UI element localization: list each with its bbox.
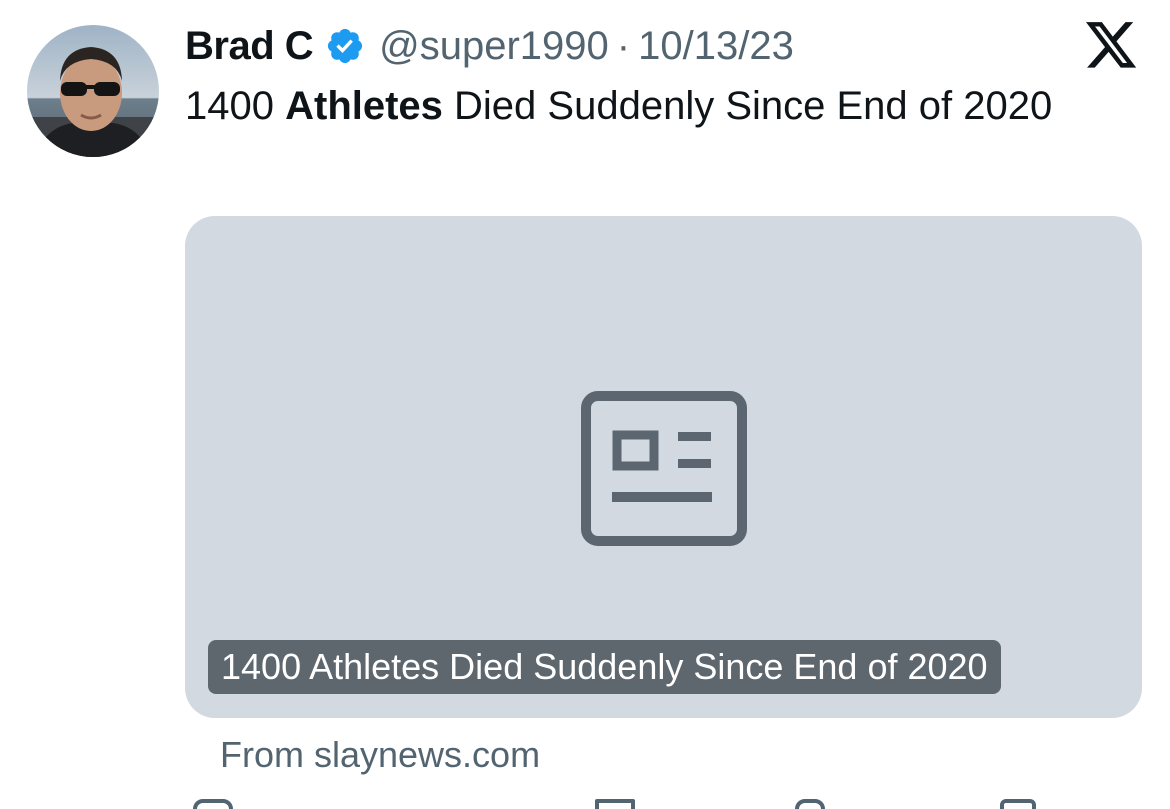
x-logo-icon — [1086, 22, 1138, 70]
article-icon — [581, 391, 747, 546]
tweet-date[interactable]: 10/13/23 — [638, 24, 794, 69]
card-source[interactable]: From slaynews.com — [220, 730, 540, 780]
tweet-text-part: Died Suddenly Since End of 2020 — [442, 84, 1053, 128]
separator-dot: · — [616, 23, 631, 68]
bookmark-icon[interactable] — [1000, 799, 1036, 809]
verified-badge-icon — [325, 26, 365, 66]
link-card[interactable]: 1400 Athletes Died Suddenly Since End of… — [185, 216, 1142, 718]
tweet-action-bar — [185, 795, 1142, 809]
card-title-label[interactable]: 1400 Athletes Died Suddenly Since End of… — [208, 640, 1001, 694]
author-display-name[interactable]: Brad C — [185, 24, 314, 69]
reply-icon[interactable] — [193, 799, 233, 809]
tweet-text: 1400 Athletes Died Suddenly Since End of… — [185, 78, 1105, 134]
tweet-text-bold: Athletes — [285, 84, 443, 128]
tweet-header: Brad C @super1990 · 10/13/23 — [185, 20, 794, 72]
author-handle[interactable]: @super1990 — [379, 24, 609, 69]
like-icon[interactable] — [795, 799, 825, 809]
repost-icon[interactable] — [595, 799, 635, 809]
avatar[interactable] — [27, 25, 159, 157]
tweet-text-part: 1400 — [185, 84, 286, 128]
